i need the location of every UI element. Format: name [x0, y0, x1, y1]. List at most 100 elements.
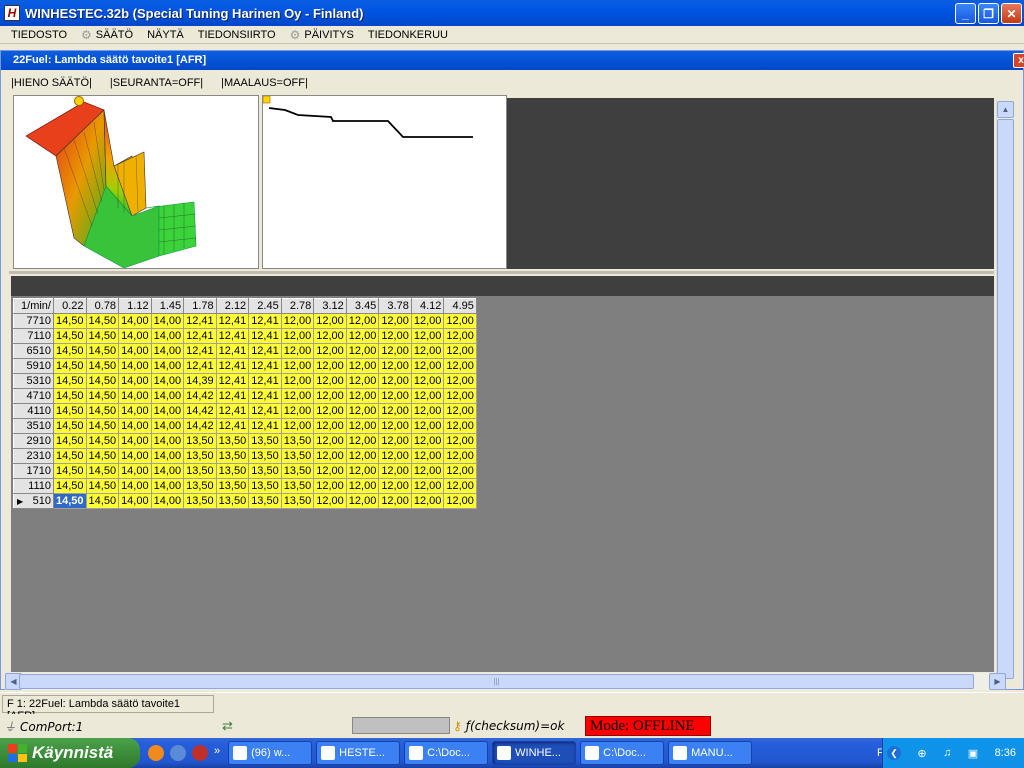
row-header-rpm[interactable]: 5910 [13, 358, 54, 374]
map-cell[interactable]: 14,00 [150, 328, 185, 344]
map-cell[interactable]: 12,00 [313, 478, 347, 494]
map-cell[interactable]: 12,00 [378, 388, 412, 404]
map-cell[interactable]: 13,50 [280, 493, 315, 509]
map-cell[interactable]: 14,42 [183, 418, 217, 434]
map-cell[interactable]: 12,00 [345, 343, 380, 359]
map-cell[interactable]: 12,00 [345, 328, 380, 344]
map-cell[interactable]: 14,50 [53, 388, 87, 404]
map-cell[interactable]: 12,00 [410, 313, 445, 329]
map-cell[interactable]: 12,00 [378, 418, 412, 434]
map-cell[interactable]: 14,00 [118, 373, 152, 389]
map-cell[interactable]: 14,50 [53, 313, 87, 329]
map-cell[interactable]: 13,50 [215, 433, 250, 449]
map-cell[interactable]: 14,00 [150, 373, 185, 389]
map-cell[interactable]: 14,00 [150, 313, 185, 329]
map-cell[interactable]: 12,00 [378, 358, 412, 374]
map-cell[interactable]: 14,50 [85, 388, 120, 404]
map-cell[interactable]: 14,00 [118, 343, 152, 359]
map-cell[interactable]: 12,00 [378, 343, 412, 359]
map-cell[interactable]: 13,50 [183, 493, 217, 509]
map-cell[interactable]: 13,50 [215, 448, 250, 464]
vertical-scroll-thumb[interactable] [997, 119, 1014, 679]
map-cell[interactable]: 14,50 [85, 463, 120, 479]
map-cell[interactable]: 12,00 [443, 388, 477, 404]
map-cell[interactable]: 12,00 [443, 448, 477, 464]
volume-icon[interactable]: ♫ [943, 747, 951, 759]
horizontal-scrollbar[interactable]: ◀ ||| ▶ [5, 673, 1006, 690]
map-cell[interactable]: 13,50 [248, 463, 282, 479]
map-cell[interactable]: 14,50 [53, 418, 87, 434]
map-cell[interactable]: 12,41 [183, 358, 217, 374]
map-cell[interactable]: 12,41 [215, 403, 250, 419]
map-cell[interactable]: 12,00 [410, 433, 445, 449]
map-cell[interactable]: 14,50 [53, 448, 87, 464]
map-cell[interactable]: 14,00 [150, 448, 185, 464]
map-cell[interactable]: 12,00 [345, 313, 380, 329]
map-cell[interactable]: 14,00 [118, 448, 152, 464]
menu-tiedosto[interactable]: TIEDOSTO [4, 29, 74, 41]
fuel-map-table[interactable]: 1/min/0.22 0.78 1.12 1.45 1.78 2.12 2.45 2.78 3.… [13, 298, 477, 509]
map-cell[interactable]: 12,00 [410, 448, 445, 464]
map-cell[interactable]: 12,00 [345, 463, 380, 479]
map-cell[interactable]: 14,00 [118, 358, 152, 374]
scroll-right-icon[interactable]: ▶ [989, 673, 1006, 690]
map-cell[interactable]: 14,50 [85, 313, 120, 329]
row-header-rpm[interactable]: 1110 [13, 478, 54, 494]
tracking-toggle[interactable]: |SEURANTA=OFF| [110, 77, 203, 93]
map-cell[interactable]: 13,50 [248, 433, 282, 449]
map-cell[interactable]: 12,00 [313, 328, 347, 344]
map-3d-view[interactable] [13, 95, 259, 269]
taskbar-item[interactable]: WINHE... [492, 741, 577, 765]
paint-toggle[interactable]: |MAALAUS=OFF| [221, 77, 308, 93]
map-cell[interactable]: 12,41 [215, 388, 250, 404]
map-cell[interactable]: 13,50 [215, 493, 250, 509]
map-cell[interactable]: 12,00 [378, 403, 412, 419]
map-cell[interactable]: 14,50 [85, 433, 120, 449]
map-cell[interactable]: 12,00 [410, 403, 445, 419]
map-cell[interactable]: 14,50 [53, 358, 87, 374]
map-cell[interactable]: 13,50 [248, 493, 282, 509]
map-cell[interactable]: 14,00 [118, 418, 152, 434]
map-cell[interactable]: 12,00 [443, 373, 477, 389]
map-cell[interactable]: 14,50 [85, 403, 120, 419]
network-icon[interactable]: ⊕ [917, 747, 926, 760]
map-cell[interactable]: 12,41 [215, 313, 250, 329]
map-cell[interactable]: 14,50 [85, 358, 120, 374]
map-cell[interactable]: 14,50 [53, 478, 87, 494]
quicklaunch-icon[interactable] [170, 745, 186, 761]
map-cell[interactable]: 13,50 [280, 448, 315, 464]
map-cell[interactable]: 12,00 [378, 373, 412, 389]
map-cell[interactable]: 12,00 [443, 343, 477, 359]
map-cell[interactable]: 13,50 [183, 478, 217, 494]
menu-paivitys[interactable]: ⚙ PÄIVITYS [283, 28, 361, 42]
map-cell[interactable]: 12,00 [378, 493, 412, 509]
map-cell[interactable]: 13,50 [183, 463, 217, 479]
row-header-rpm[interactable]: 4110 [13, 403, 54, 419]
row-header-rpm[interactable]: 2910 [13, 433, 54, 449]
map-cell[interactable]: 14,50 [85, 343, 120, 359]
map-cell[interactable]: 14,00 [118, 403, 152, 419]
taskbar-item[interactable]: C:\Doc... [404, 741, 489, 765]
map-cell[interactable]: 12,00 [345, 448, 380, 464]
start-button[interactable]: Käynnistä [0, 738, 140, 768]
map-cell[interactable]: 14,00 [118, 328, 152, 344]
map-cell[interactable]: 14,50 [85, 478, 120, 494]
fine-tune-toggle[interactable]: |HIENO SÄÄTÖ| [11, 77, 92, 93]
title-bar[interactable]: H WINHESTEC.32b (Special Tuning Harinen … [0, 0, 1024, 26]
map-cell[interactable]: 14,00 [150, 493, 185, 509]
map-cell[interactable]: 12,00 [443, 433, 477, 449]
maximize-button[interactable]: ❐ [978, 3, 999, 24]
map-cell[interactable]: 12,00 [410, 478, 445, 494]
minimize-button[interactable]: _ [955, 3, 976, 24]
map-cell[interactable]: 12,41 [248, 313, 282, 329]
tray-app-icon[interactable]: ▣ [968, 747, 978, 760]
map-cell[interactable]: 12,00 [280, 403, 315, 419]
map-cell[interactable]: 12,00 [313, 493, 347, 509]
map-cell[interactable]: 12,00 [378, 478, 412, 494]
map-cell[interactable]: 12,00 [313, 313, 347, 329]
menu-tiedonkeruu[interactable]: TIEDONKERUU [361, 29, 455, 41]
map-cell[interactable]: 12,41 [248, 343, 282, 359]
map-cell[interactable]: 12,00 [313, 358, 347, 374]
map-cell[interactable]: 13,50 [215, 463, 250, 479]
map-cell[interactable]: 13,50 [248, 448, 282, 464]
